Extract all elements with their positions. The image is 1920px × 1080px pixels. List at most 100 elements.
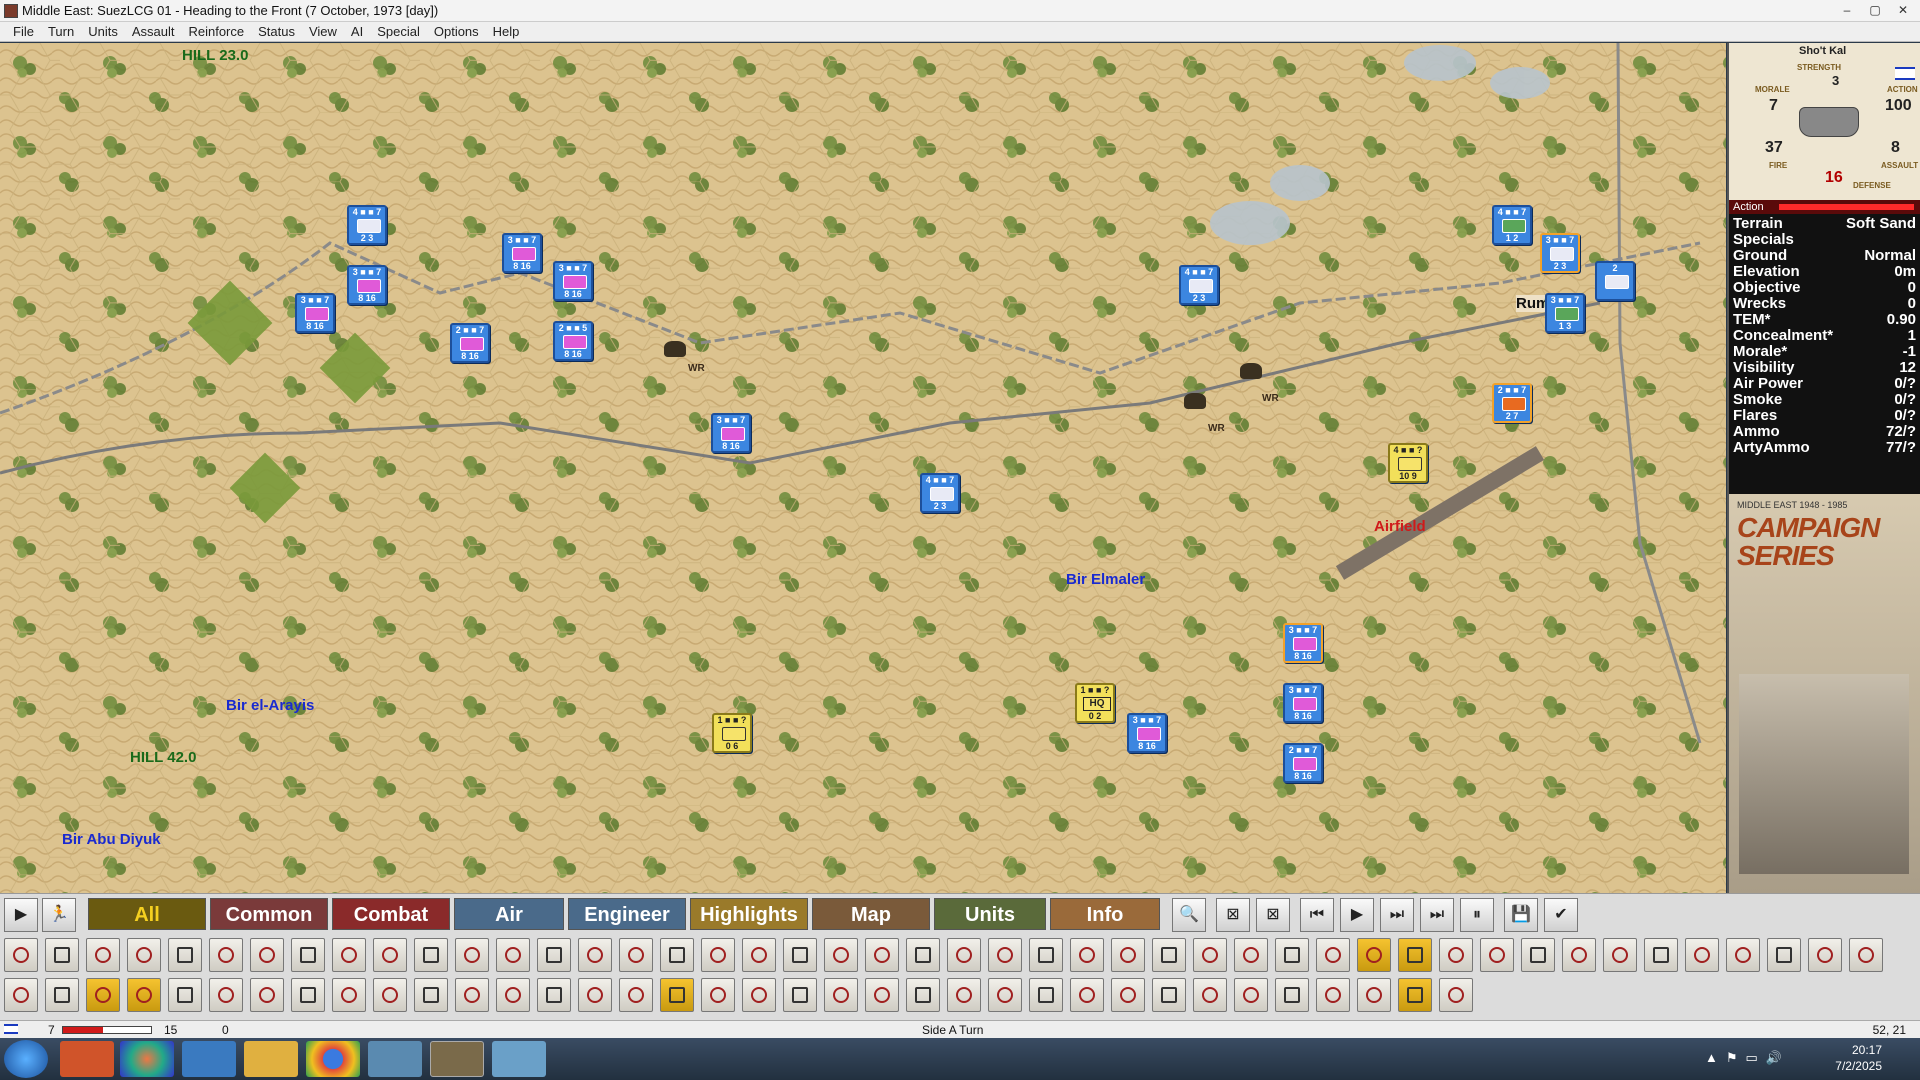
enemy-hq-counter[interactable]: 1 ■ ■ ? HQ 0 2 <box>1075 683 1115 723</box>
menu-view[interactable]: View <box>302 22 344 41</box>
tab-highlights[interactable]: Highlights <box>690 898 808 930</box>
unit-counter-selected[interactable]: 3 ■ ■ 72 3 <box>1540 233 1580 273</box>
row1-tool-icon-39[interactable] <box>1562 938 1596 972</box>
row1-tool-icon-37[interactable] <box>1480 938 1514 972</box>
row2-tool-icon-15[interactable] <box>578 978 612 1012</box>
row2-tool-icon-17[interactable] <box>660 978 694 1012</box>
row2-tool-icon-20[interactable] <box>783 978 817 1012</box>
row2-tool-icon-18[interactable] <box>701 978 735 1012</box>
tab-engineer[interactable]: Engineer <box>568 898 686 930</box>
row1-tool-icon-6[interactable] <box>209 938 243 972</box>
row2-tool-icon-26[interactable] <box>1029 978 1063 1012</box>
zoom-icon[interactable]: 🔍 <box>1172 898 1206 932</box>
tab-common[interactable]: Common <box>210 898 328 930</box>
menu-units[interactable]: Units <box>81 22 125 41</box>
taskbar-app-6[interactable] <box>368 1041 422 1077</box>
unit-counter[interactable]: 2 ■ ■ 72 7 <box>1492 383 1532 423</box>
menu-help[interactable]: Help <box>486 22 527 41</box>
unit-counter[interactable]: 2 ■ ■ 78 16 <box>1283 743 1323 783</box>
unit-counter[interactable]: 2 ■ ■ 78 16 <box>450 323 490 363</box>
row1-tool-icon-38[interactable] <box>1521 938 1555 972</box>
row1-tool-icon-36[interactable] <box>1439 938 1473 972</box>
row1-tool-icon-16[interactable] <box>619 938 653 972</box>
row1-tool-icon-7[interactable] <box>250 938 284 972</box>
row2-tool-icon-19[interactable] <box>742 978 776 1012</box>
row1-tool-icon-27[interactable] <box>1070 938 1104 972</box>
taskbar-media-player[interactable] <box>60 1041 114 1077</box>
taskbar-clock[interactable]: 20:17 7/2/2025 <box>1835 1042 1882 1074</box>
unit-counter[interactable]: 3 ■ ■ 78 16 <box>1127 713 1167 753</box>
row1-tool-icon-13[interactable] <box>496 938 530 972</box>
enemy-unit-counter[interactable]: 4 ■ ■ ? 10 9 <box>1388 443 1428 483</box>
minimize-button[interactable]: – <box>1834 1 1860 19</box>
row1-tool-icon-43[interactable] <box>1726 938 1760 972</box>
row1-tool-icon-1[interactable] <box>4 938 38 972</box>
row1-tool-icon-30[interactable] <box>1193 938 1227 972</box>
unit-counter[interactable]: 3 ■ ■ 78 16 <box>1283 623 1323 663</box>
row2-tool-icon-32[interactable] <box>1275 978 1309 1012</box>
unit-counter[interactable]: 4 ■ ■ 72 3 <box>1179 265 1219 305</box>
row2-tool-icon-30[interactable] <box>1193 978 1227 1012</box>
end-turn-icon[interactable]: ✔ <box>1544 898 1578 932</box>
enemy-unit-counter[interactable]: 1 ■ ■ ? 0 6 <box>712 713 752 753</box>
row2-tool-icon-5[interactable] <box>168 978 202 1012</box>
row1-tool-icon-4[interactable] <box>127 938 161 972</box>
unit-counter[interactable]: 3 ■ ■ 78 16 <box>502 233 542 273</box>
row2-tool-icon-4[interactable] <box>127 978 161 1012</box>
rewind-icon[interactable]: ⏮ <box>1300 898 1334 932</box>
taskbar-app-2[interactable] <box>120 1041 174 1077</box>
unit-counter[interactable]: 3 ■ ■ 78 16 <box>1283 683 1323 723</box>
row1-tool-icon-35[interactable] <box>1398 938 1432 972</box>
unit-counter[interactable]: 3 ■ ■ 78 16 <box>347 265 387 305</box>
unit-counter[interactable]: 2 ■ ■ 58 16 <box>553 321 593 361</box>
tab-air[interactable]: Air <box>454 898 564 930</box>
unit-counter[interactable]: 3 ■ ■ 71 3 <box>1545 293 1585 333</box>
menu-ai[interactable]: AI <box>344 22 370 41</box>
row2-tool-icon-6[interactable] <box>209 978 243 1012</box>
row2-tool-icon-35[interactable] <box>1398 978 1432 1012</box>
row1-tool-icon-11[interactable] <box>414 938 448 972</box>
row1-tool-icon-26[interactable] <box>1029 938 1063 972</box>
play-icon[interactable]: ▶ <box>4 898 38 932</box>
row1-tool-icon-18[interactable] <box>701 938 735 972</box>
row2-tool-icon-31[interactable] <box>1234 978 1268 1012</box>
row1-tool-icon-45[interactable] <box>1808 938 1842 972</box>
menu-assault[interactable]: Assault <box>125 22 182 41</box>
run-icon[interactable]: 🏃 <box>42 898 76 932</box>
close-button[interactable]: ✕ <box>1890 1 1916 19</box>
row2-tool-icon-1[interactable] <box>4 978 38 1012</box>
row2-tool-icon-27[interactable] <box>1070 978 1104 1012</box>
unit-counter[interactable]: 3 ■ ■ 78 16 <box>295 293 335 333</box>
row1-tool-icon-23[interactable] <box>906 938 940 972</box>
row2-tool-icon-36[interactable] <box>1439 978 1473 1012</box>
row2-tool-icon-2[interactable] <box>45 978 79 1012</box>
tab-info[interactable]: Info <box>1050 898 1160 930</box>
taskbar-file-explorer[interactable] <box>244 1041 298 1077</box>
row2-tool-icon-25[interactable] <box>988 978 1022 1012</box>
row2-tool-icon-10[interactable] <box>373 978 407 1012</box>
row2-tool-icon-21[interactable] <box>824 978 858 1012</box>
row2-tool-icon-23[interactable] <box>906 978 940 1012</box>
row1-tool-icon-29[interactable] <box>1152 938 1186 972</box>
save-icon[interactable]: 💾 <box>1504 898 1538 932</box>
row2-tool-icon-12[interactable] <box>455 978 489 1012</box>
row1-tool-icon-19[interactable] <box>742 938 776 972</box>
row1-tool-icon-28[interactable] <box>1111 938 1145 972</box>
row2-tool-icon-24[interactable] <box>947 978 981 1012</box>
row1-tool-icon-41[interactable] <box>1644 938 1678 972</box>
row2-tool-icon-7[interactable] <box>250 978 284 1012</box>
row2-tool-icon-11[interactable] <box>414 978 448 1012</box>
row1-tool-icon-14[interactable] <box>537 938 571 972</box>
tab-all[interactable]: All <box>88 898 206 930</box>
play-replay-icon[interactable]: ▶ <box>1340 898 1374 932</box>
row2-tool-icon-34[interactable] <box>1357 978 1391 1012</box>
maximize-button[interactable]: ▢ <box>1862 1 1888 19</box>
row2-tool-icon-3[interactable] <box>86 978 120 1012</box>
unit-counter[interactable]: 3 ■ ■ 78 16 <box>553 261 593 301</box>
row1-tool-icon-34[interactable] <box>1357 938 1391 972</box>
unit-counter[interactable]: 3 ■ ■ 78 16 <box>711 413 751 453</box>
row1-tool-icon-2[interactable] <box>45 938 79 972</box>
row1-tool-icon-32[interactable] <box>1275 938 1309 972</box>
row1-tool-icon-25[interactable] <box>988 938 1022 972</box>
row1-tool-icon-22[interactable] <box>865 938 899 972</box>
